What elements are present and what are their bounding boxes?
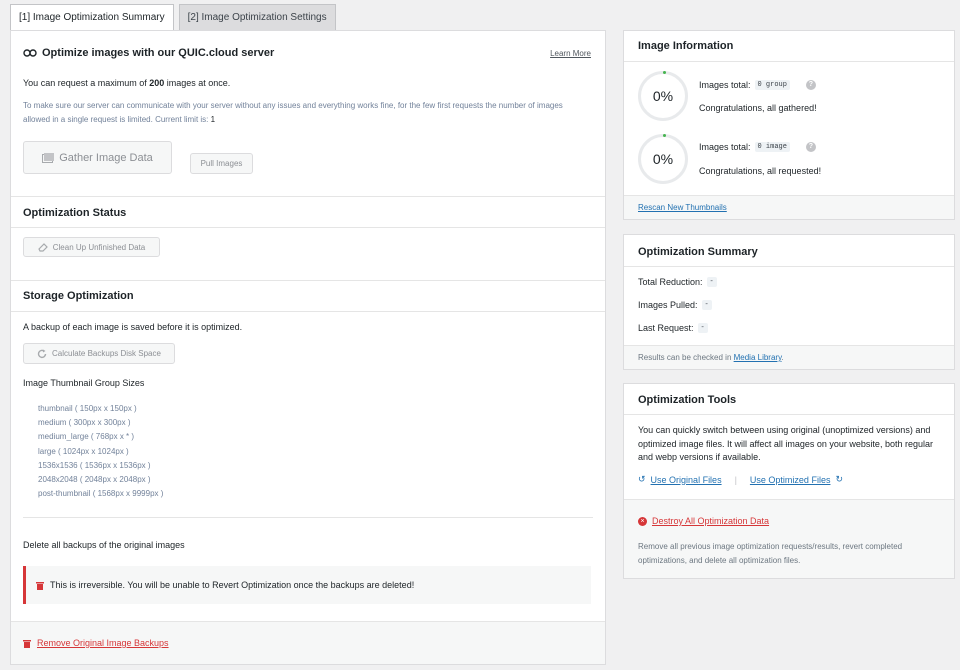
tab-image-optimization-summary[interactable]: [1] Image Optimization Summary (10, 4, 174, 31)
destroy-icon: × (638, 516, 647, 526)
link-separator: | (734, 474, 737, 485)
images-total-label: Images total: (699, 142, 751, 152)
help-icon[interactable]: ? (805, 80, 816, 90)
tab-bar: [1] Image Optimization Summary [2] Image… (10, 4, 336, 31)
gathered-note: Congratulations, all gathered! (699, 103, 817, 113)
optimization-summary-title: Optimization Summary (638, 246, 758, 258)
trash-icon (36, 581, 44, 590)
pull-images-button[interactable]: Pull Images (190, 153, 253, 174)
tools-description: You can quickly switch between using ori… (638, 425, 933, 462)
list-item: post-thumbnail ( 1568px x 9999px ) (38, 489, 164, 499)
list-item: 1536x1536 ( 1536px x 1536px ) (38, 460, 151, 470)
learn-more-link[interactable]: Learn More (550, 49, 591, 58)
media-library-link[interactable]: Media Library (734, 353, 782, 362)
main-panel: Optimize images with our QUIC.cloud serv… (10, 30, 606, 665)
requested-progress-ring: 0% (638, 134, 688, 184)
destroy-data-footer: × Destroy All Optimization Data Remove a… (624, 499, 954, 578)
optimization-status-title: Optimization Status (23, 207, 127, 219)
images-total-label: Images total: (699, 80, 751, 90)
storage-optimization-title: Storage Optimization (23, 290, 134, 302)
backup-note: A backup of each image is saved before i… (23, 322, 243, 332)
remove-backups-footer: Remove Original Image Backups (11, 621, 605, 664)
optimization-tools-title: Optimization Tools (638, 394, 737, 406)
use-original-files-link[interactable]: Use Original Files (651, 475, 722, 485)
image-icon (42, 152, 55, 163)
eraser-icon (38, 243, 48, 252)
image-count-code: 0 image (754, 142, 790, 152)
optimize-title: Optimize images with our QUIC.cloud serv… (42, 47, 275, 59)
thumbnail-size-list: thumbnail ( 150px x 150px ) medium ( 300… (38, 402, 163, 501)
total-reduction-row: Total Reduction: - (638, 277, 717, 287)
list-item: thumbnail ( 150px x 150px ) (38, 404, 137, 413)
list-item: medium ( 300px x 300px ) (38, 418, 131, 428)
max-request-text: You can request a maximum of 200 images … (23, 78, 231, 88)
list-item: 2048x2048 ( 2048px x 2048px ) (38, 475, 151, 485)
redo-icon: ↻ (835, 474, 843, 484)
destroy-description: Remove all previous image optimization r… (638, 542, 903, 565)
optimization-summary-box: Optimization Summary Total Reduction: - I… (623, 234, 955, 370)
limit-note: To make sure our server can communicate … (23, 101, 563, 124)
clean-up-unfinished-data-button[interactable]: Clean Up Unfinished Data (23, 237, 160, 257)
images-pulled-row: Images Pulled: - (638, 300, 712, 310)
destroy-all-optimization-data-link[interactable]: Destroy All Optimization Data (652, 516, 769, 526)
quic-cloud-icon (23, 49, 37, 57)
list-item: large ( 1024px x 1024px ) (38, 446, 129, 456)
image-info-footer: Rescan New Thumbnails (624, 195, 954, 219)
delete-backups-title: Delete all backups of the original image… (23, 540, 185, 550)
remove-original-backups-link[interactable]: Remove Original Image Backups (37, 638, 169, 648)
optimize-section: Optimize images with our QUIC.cloud serv… (11, 47, 605, 207)
trash-icon (23, 639, 31, 648)
undo-icon: ↺ (638, 474, 646, 484)
use-optimized-files-link[interactable]: Use Optimized Files (750, 475, 831, 485)
calculate-backups-disk-space-button[interactable]: Calculate Backups Disk Space (23, 343, 175, 364)
refresh-icon (37, 349, 47, 358)
tab-image-optimization-settings[interactable]: [2] Image Optimization Settings (178, 4, 336, 30)
image-information-title: Image Information (638, 40, 734, 52)
list-item: medium_large ( 768px x * ) (38, 432, 135, 442)
thumbnail-sizes-title: Image Thumbnail Group Sizes (23, 378, 145, 388)
help-icon[interactable]: ? (805, 142, 816, 152)
optimization-tools-box: Optimization Tools You can quickly switc… (623, 383, 955, 579)
rescan-new-thumbnails-link[interactable]: Rescan New Thumbnails (638, 203, 727, 212)
gathered-progress-ring: 0% (638, 71, 688, 121)
image-information-box: Image Information 0% Images total: 0 gro… (623, 30, 955, 220)
summary-footer: Results can be checked in Media Library. (624, 345, 954, 369)
requested-note: Congratulations, all requested! (699, 166, 822, 176)
last-request-row: Last Request: - (638, 323, 708, 333)
gather-image-data-button[interactable]: Gather Image Data (23, 141, 172, 174)
group-count-code: 0 group (754, 80, 790, 90)
irreversible-warning: This is irreversible. You will be unable… (23, 566, 591, 604)
